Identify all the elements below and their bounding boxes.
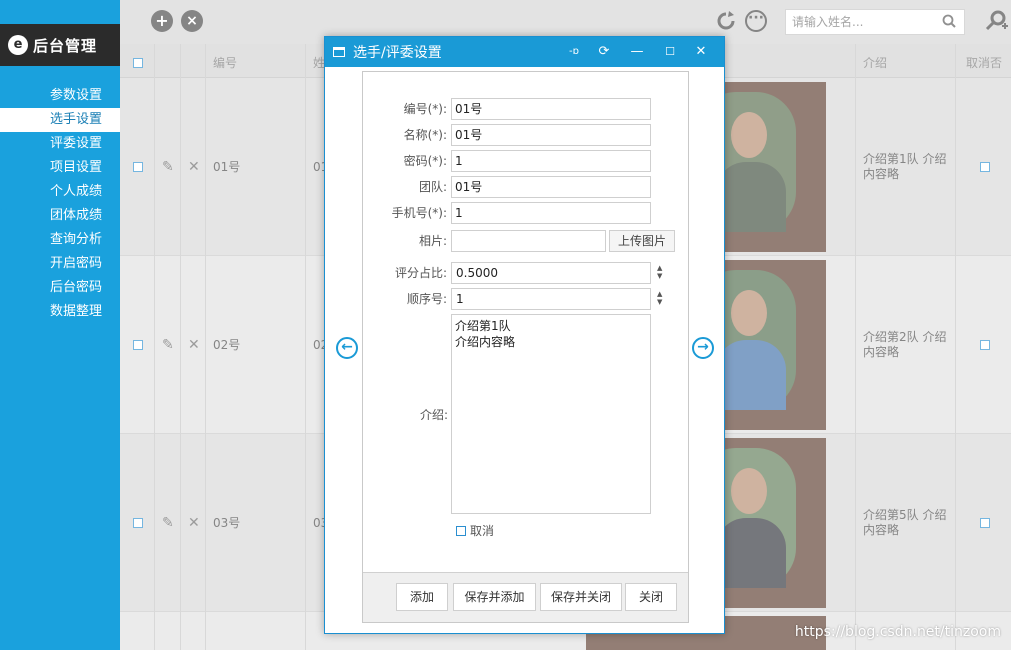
name-label: 名称(*): [403,128,447,142]
sidebar-item-players[interactable]: 选手设置 [0,108,120,132]
pin-icon[interactable]: -ɒ [565,43,583,61]
dialog-title: 选手/评委设置 [353,45,442,61]
name-field[interactable]: 01号 [451,124,651,146]
dialog-titlebar: 选手/评委设置 -ɒ ⟳ — ☐ ✕ [325,37,724,67]
sidebar-item-judges[interactable]: 评委设置 [0,132,120,156]
id-field[interactable]: 01号 [451,98,651,120]
phone-label: 手机号(*): [391,206,447,220]
watermark: https://blog.csdn.net/tinzoom [794,624,1001,640]
save-and-close-button[interactable]: 保存并关闭 [540,583,622,611]
team-label: 团队: [418,180,447,194]
form-row-photo: 相片: 上传图片 [363,230,683,252]
add-button[interactable]: 添加 [396,583,448,611]
brand: e 后台管理 [0,24,120,66]
dialog-footer: 添加 保存并添加 保存并关闭 关闭 [363,572,688,622]
form-row-id: 编号(*): 01号 [363,98,683,120]
cancel-label: 取消 [470,524,495,538]
phone-field[interactable]: 1 [451,202,651,224]
logo-icon: e [8,35,28,55]
order-stepper[interactable]: ▲ ▼ [657,290,662,306]
brand-title: 后台管理 [33,36,98,55]
refresh-dialog-icon[interactable]: ⟳ [595,43,613,61]
form-row-team: 团队: 01号 [363,176,683,198]
sidebar-item-query[interactable]: 查询分析 [0,228,120,252]
order-field[interactable]: 1 [451,288,651,310]
sidebar-item-data-cleanup[interactable]: 数据整理 [0,300,120,324]
photo-label: 相片: [418,234,447,248]
sidebar-item-params[interactable]: 参数设置 [0,84,120,108]
form-row-order: 顺序号: 1 ▲ ▼ [363,288,683,310]
prev-arrow-icon[interactable]: ← [336,337,358,359]
sidebar: e 后台管理 参数设置 选手设置 评委设置 项目设置 个人成绩 团体成绩 查询分… [0,0,120,650]
form-row-phone: 手机号(*): 1 [363,202,683,224]
intro-textarea[interactable]: 介绍第1队 介绍内容略 [451,314,651,514]
form-row-name: 名称(*): 01号 [363,124,683,146]
sidebar-item-admin-password[interactable]: 后台密码 [0,276,120,300]
ratio-label: 评分占比: [394,266,447,280]
sidebar-item-projects[interactable]: 项目设置 [0,156,120,180]
photo-field[interactable] [451,230,606,252]
save-and-add-button[interactable]: 保存并添加 [453,583,536,611]
id-label: 编号(*): [403,102,447,116]
sidebar-nav: 参数设置 选手设置 评委设置 项目设置 个人成绩 团体成绩 查询分析 开启密码 … [0,84,120,324]
password-field[interactable]: 1 [451,150,651,172]
form-row-ratio: 评分占比: 0.5000 ▲ ▼ [363,262,683,284]
intro-label: 介绍: [419,408,448,422]
next-arrow-icon[interactable]: → [692,337,714,359]
cancel-option[interactable]: 取消 [456,522,494,539]
player-settings-dialog: 选手/评委设置 -ɒ ⟳ — ☐ ✕ ← → 编号(*): 01号 名称(*):… [324,36,725,634]
minimize-icon[interactable]: — [628,43,646,61]
sidebar-item-team-scores[interactable]: 团体成绩 [0,204,120,228]
ratio-field[interactable]: 0.5000 [451,262,651,284]
upload-photo-button[interactable]: 上传图片 [609,230,675,252]
team-field[interactable]: 01号 [451,176,651,198]
sidebar-item-open-password[interactable]: 开启密码 [0,252,120,276]
password-label: 密码(*): [403,154,447,168]
dialog-form: 编号(*): 01号 名称(*): 01号 密码(*): 1 团队: 01号 手… [362,71,689,623]
order-label: 顺序号: [406,292,447,306]
form-row-password: 密码(*): 1 [363,150,683,172]
sidebar-item-personal-scores[interactable]: 个人成绩 [0,180,120,204]
cancel-checkbox[interactable] [456,525,466,536]
close-button[interactable]: 关闭 [625,583,677,611]
window-icon [333,47,345,57]
close-icon[interactable]: ✕ [692,43,710,61]
maximize-icon[interactable]: ☐ [661,43,679,61]
ratio-stepper[interactable]: ▲ ▼ [657,264,662,280]
